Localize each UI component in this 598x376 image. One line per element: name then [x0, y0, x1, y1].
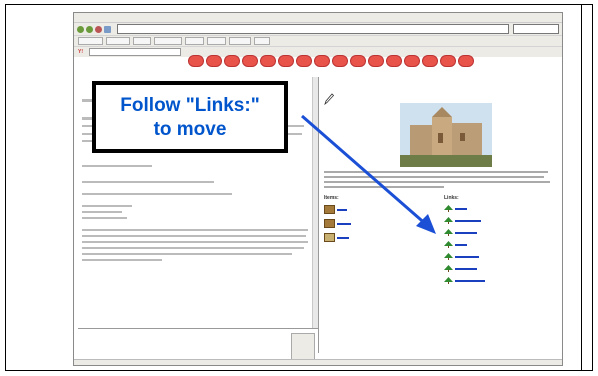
command-button[interactable] — [296, 55, 312, 67]
transcript-line — [82, 247, 304, 249]
item-entry[interactable] — [324, 205, 347, 214]
transcript-line — [82, 165, 152, 167]
link-entry[interactable] — [444, 253, 479, 260]
bookmark-item[interactable] — [133, 37, 152, 45]
link-entry[interactable] — [444, 265, 477, 272]
items-heading: Items: — [324, 195, 339, 201]
item-entry[interactable] — [324, 233, 349, 242]
command-button[interactable] — [314, 55, 330, 67]
bookmark-item[interactable] — [228, 37, 251, 45]
command-button[interactable] — [242, 55, 258, 67]
item-icon — [324, 205, 335, 214]
callout-line-2: to move — [153, 119, 227, 140]
transcript-line — [82, 259, 162, 261]
command-buttons — [188, 55, 476, 73]
links-heading: Links: — [444, 195, 459, 201]
bookmark-item[interactable] — [184, 37, 204, 45]
room-view-pane: Items: Links: — [320, 77, 560, 353]
link-entry[interactable] — [444, 217, 481, 224]
transcript-line — [82, 235, 306, 237]
link-entry[interactable] — [444, 277, 485, 284]
stop-icon[interactable] — [95, 25, 102, 33]
item-icon — [324, 233, 335, 242]
command-button[interactable] — [350, 55, 366, 67]
item-icon — [324, 219, 335, 228]
command-button[interactable] — [368, 55, 384, 67]
tree-icon — [444, 217, 453, 224]
bookmark-item[interactable] — [78, 37, 103, 45]
transcript-line — [82, 193, 232, 195]
transcript-line — [82, 253, 292, 255]
bookmark-item[interactable] — [105, 37, 131, 45]
tree-icon — [444, 253, 453, 260]
tree-icon — [444, 205, 453, 212]
search-field[interactable] — [513, 24, 559, 34]
command-button[interactable] — [458, 55, 474, 67]
transcript-line — [82, 211, 122, 213]
command-button[interactable] — [440, 55, 456, 67]
menu-bar — [74, 13, 562, 22]
transcript-line — [82, 229, 308, 231]
command-button[interactable] — [278, 55, 294, 67]
command-button[interactable] — [260, 55, 276, 67]
transcript-line — [82, 181, 214, 183]
callout-line-1: Follow "Links:" — [120, 95, 260, 116]
link-entry[interactable] — [444, 205, 467, 212]
command-button[interactable] — [386, 55, 402, 67]
transcript-line — [82, 241, 308, 243]
logo-icon: Y! — [78, 49, 83, 55]
command-button[interactable] — [206, 55, 222, 67]
bookmarks-bar — [74, 35, 562, 46]
bookmark-item[interactable] — [253, 37, 271, 45]
forward-icon[interactable] — [86, 25, 93, 33]
status-bar — [74, 359, 562, 365]
tree-icon — [444, 229, 453, 236]
link-entry[interactable] — [444, 241, 467, 248]
transcript-line — [82, 205, 132, 207]
command-button[interactable] — [188, 55, 204, 67]
tree-icon — [444, 277, 453, 284]
command-button[interactable] — [332, 55, 348, 67]
command-button[interactable] — [422, 55, 438, 67]
frame-divider — [581, 5, 582, 370]
url-field[interactable] — [117, 24, 509, 34]
tree-icon — [444, 265, 453, 272]
bookmark-item[interactable] — [206, 37, 226, 45]
scrollbar[interactable] — [312, 77, 318, 353]
back-icon[interactable] — [77, 25, 84, 33]
command-button[interactable] — [404, 55, 420, 67]
item-entry[interactable] — [324, 219, 351, 228]
pencil-icon[interactable] — [324, 93, 335, 108]
room-description — [324, 171, 550, 188]
address-toolbar — [74, 22, 562, 35]
link-entry[interactable] — [444, 229, 477, 236]
room-photo — [400, 103, 492, 167]
tree-icon — [444, 241, 453, 248]
home-icon[interactable] — [104, 25, 111, 33]
figure-frame: Y! Items: Links: Follow "Links:" to move — [5, 4, 593, 371]
browser-screenshot: Y! Items: Links: — [73, 12, 563, 366]
transcript-line — [82, 217, 127, 219]
callout-box: Follow "Links:" to move — [92, 81, 288, 153]
bookmark-item[interactable] — [154, 37, 182, 45]
command-button[interactable] — [224, 55, 240, 67]
toolbar-search-field[interactable] — [89, 48, 181, 56]
